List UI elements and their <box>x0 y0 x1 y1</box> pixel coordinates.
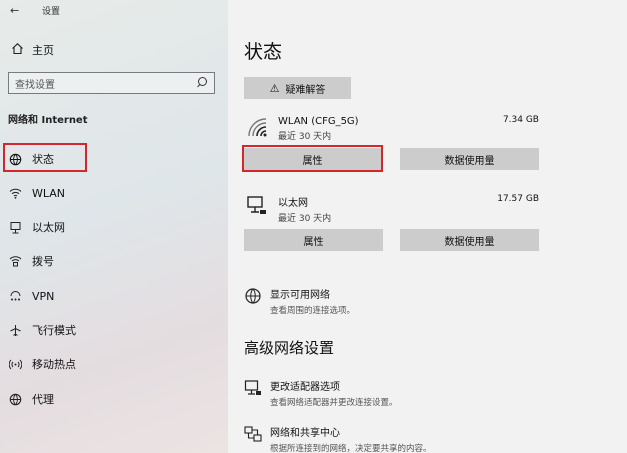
globe-icon <box>8 392 22 406</box>
ethernet-data-usage-button[interactable]: 数据使用量 <box>400 229 539 251</box>
sidebar-item-label: 飞行模式 <box>32 324 76 337</box>
sidebar-item-wlan[interactable]: WLAN <box>0 179 228 207</box>
page-title: 状态 <box>244 41 283 63</box>
ethernet-name: 以太网 <box>278 198 308 209</box>
sidebar-item-label: 代理 <box>32 393 54 406</box>
ethernet-usage-size: 17.57 GB <box>497 194 539 204</box>
vpn-icon <box>8 289 22 303</box>
troubleshoot-label: 疑难解答 <box>285 84 326 96</box>
adapter-options-title: 更改适配器选项 <box>270 382 340 393</box>
adapter-options-link[interactable]: 更改适配器选项 查看网络适配器并更改连接设置。 <box>244 378 398 408</box>
ethernet-period: 最近 30 天内 <box>278 214 332 224</box>
home-icon <box>10 42 24 58</box>
sharing-center-title: 网络和共享中心 <box>270 428 340 439</box>
advanced-settings-heading: 高级网络设置 <box>244 339 335 357</box>
search-icon[interactable] <box>196 77 208 89</box>
hotspot-icon <box>8 357 22 371</box>
sharing-center-link[interactable]: 网络和共享中心 根据所连接到的网络，决定要共享的内容。 <box>244 424 432 453</box>
show-networks-title: 显示可用网络 <box>270 290 330 301</box>
sidebar-item-label: 以太网 <box>32 221 65 234</box>
sidebar-item-vpn[interactable]: VPN <box>0 282 228 310</box>
ethernet-icon <box>8 220 22 234</box>
airplane-icon <box>8 323 22 337</box>
sidebar-item-hotspot[interactable]: 移动热点 <box>0 350 228 378</box>
troubleshoot-button[interactable]: ⚠ 疑难解答 <box>244 77 351 99</box>
dialup-icon <box>8 254 22 268</box>
sidebar-item-ethernet[interactable]: 以太网 <box>0 213 228 241</box>
sidebar-item-label: WLAN <box>32 186 66 200</box>
sidebar-item-label: 移动热点 <box>32 358 76 371</box>
wifi-signal-icon <box>246 116 268 138</box>
wifi-icon <box>8 186 22 200</box>
home-label: 主页 <box>32 44 54 57</box>
adapter-options-desc: 查看网络适配器并更改连接设置。 <box>270 398 398 408</box>
warning-icon: ⚠ <box>269 81 280 95</box>
sharing-center-icon <box>244 425 262 443</box>
wlan-period: 最近 30 天内 <box>278 132 332 142</box>
section-label: 网络和 Internet <box>8 115 88 126</box>
back-button[interactable]: ← <box>10 4 19 17</box>
wlan-usage-size: 7.34 GB <box>502 115 539 125</box>
button-label: 属性 <box>303 236 324 248</box>
network-globe-icon <box>244 287 262 305</box>
adapter-icon <box>244 379 262 397</box>
show-networks-link[interactable]: 显示可用网络 查看周围的连接选项。 <box>244 286 355 316</box>
main-content: 状态 ⚠ 疑难解答 WLAN (CFG_5G) 最近 30 天内 7.34 GB… <box>228 0 627 453</box>
button-label: 数据使用量 <box>444 155 495 167</box>
wlan-connection: WLAN (CFG_5G) 最近 30 天内 <box>246 116 359 142</box>
ethernet-properties-button[interactable]: 属性 <box>244 229 383 251</box>
nav-home[interactable]: 主页 <box>10 42 54 58</box>
wlan-data-usage-button[interactable]: 数据使用量 <box>400 148 539 170</box>
highlight-box <box>3 143 87 172</box>
sidebar-item-label: 拨号 <box>32 255 54 268</box>
search-placeholder: 查找设置 <box>15 79 55 91</box>
wlan-name: WLAN (CFG_5G) <box>278 116 359 127</box>
sidebar-item-label: VPN <box>32 289 55 303</box>
sidebar-item-dialup[interactable]: 拨号 <box>0 247 228 275</box>
ethernet-icon <box>246 194 268 216</box>
sidebar-item-proxy[interactable]: 代理 <box>0 385 228 413</box>
highlight-box <box>242 145 383 172</box>
search-input[interactable]: 查找设置 <box>8 72 215 94</box>
show-networks-desc: 查看周围的连接选项。 <box>270 306 356 316</box>
sharing-center-desc: 根据所连接到的网络，决定要共享的内容。 <box>270 444 432 453</box>
window-title: 设置 <box>42 7 61 17</box>
button-label: 数据使用量 <box>444 236 495 248</box>
ethernet-connection: 以太网 最近 30 天内 <box>246 194 331 224</box>
sidebar: ← 设置 主页 查找设置 网络和 Internet 状态 WLAN 以太网 拨号 <box>0 0 228 453</box>
sidebar-item-airplane[interactable]: 飞行模式 <box>0 316 228 344</box>
